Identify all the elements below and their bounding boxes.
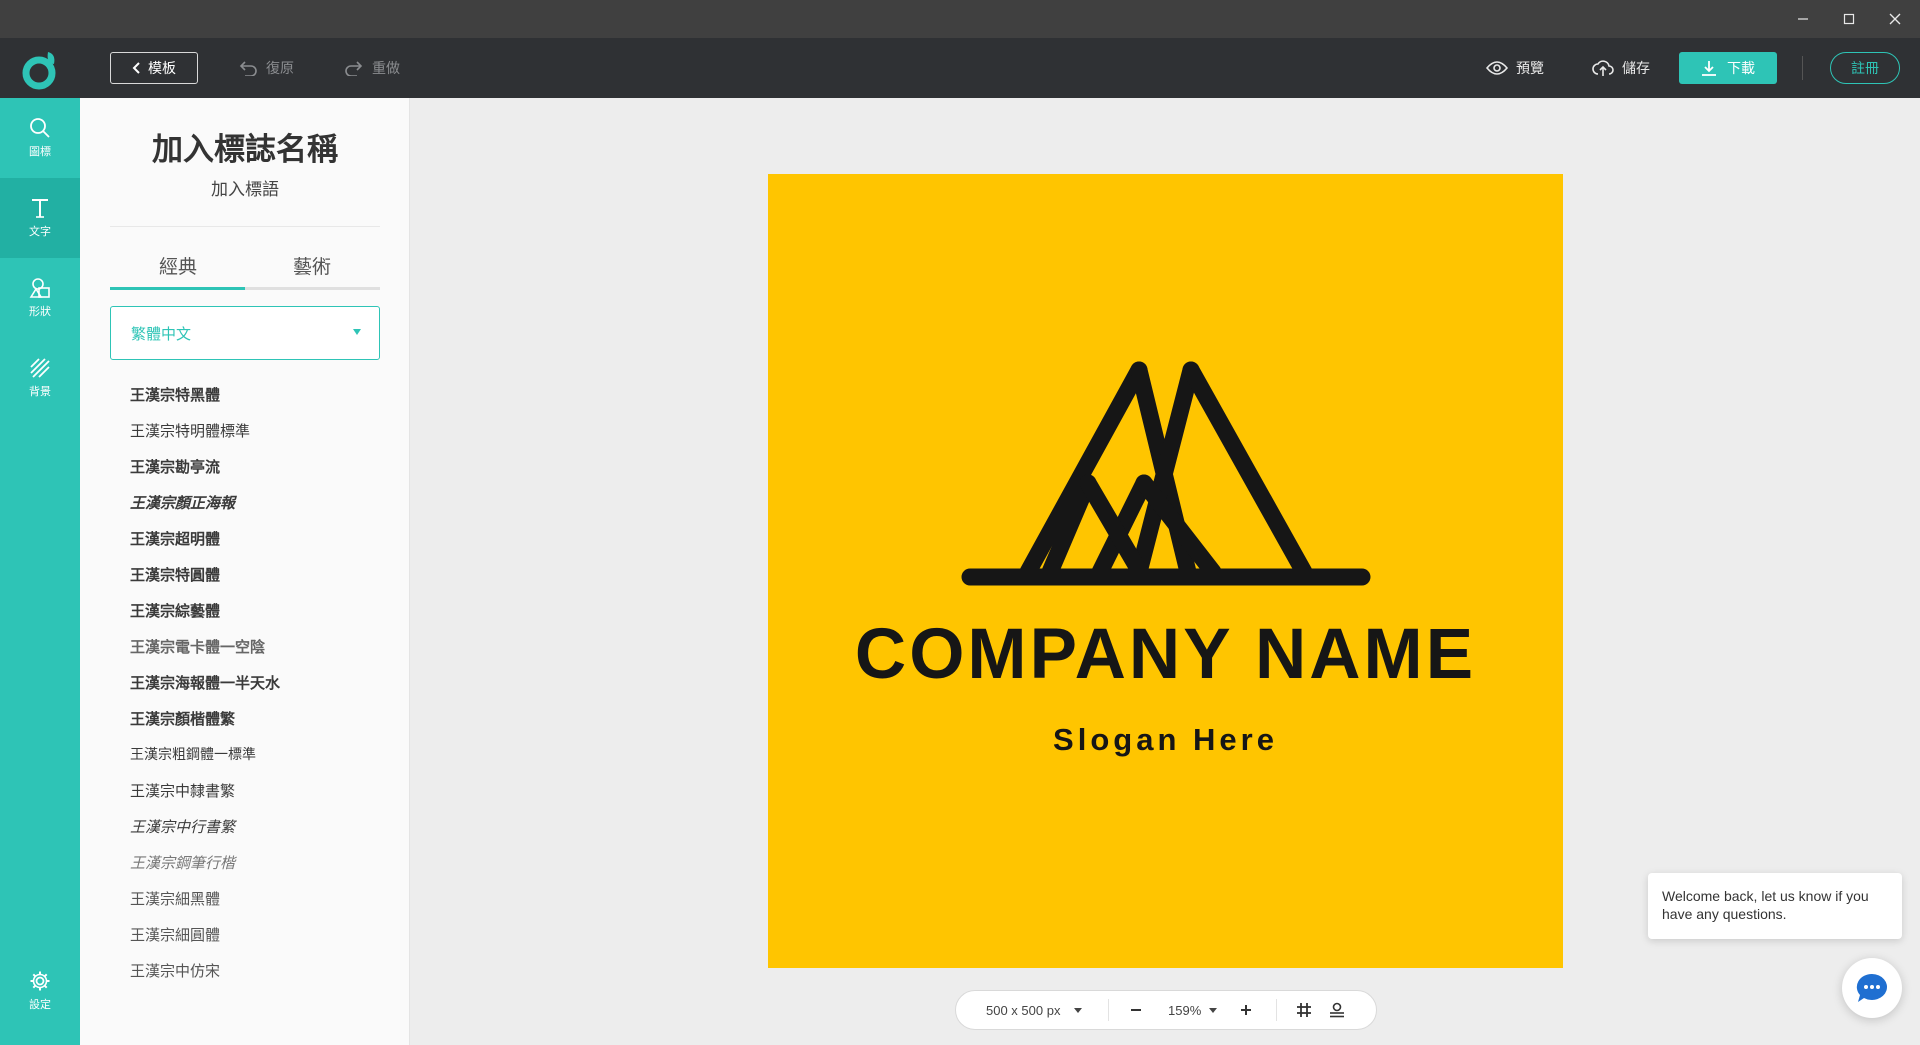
rail-item-icons[interactable]: 圖標	[0, 98, 80, 178]
redo-button[interactable]: 重做	[344, 52, 400, 84]
logo-slogan[interactable]: Slogan Here	[768, 722, 1563, 758]
tent-icon[interactable]	[768, 174, 1563, 968]
save-label: 儲存	[1622, 60, 1650, 76]
logo-canvas[interactable]: COMPANY NAME Slogan Here	[768, 174, 1563, 968]
toolbar-divider	[1108, 999, 1109, 1021]
search-icon	[30, 118, 50, 138]
preview-label: 預覽	[1516, 60, 1544, 76]
download-label: 下載	[1727, 60, 1755, 76]
caret-down-icon	[1209, 1007, 1218, 1013]
undo-icon	[239, 61, 257, 76]
close-window-button[interactable]	[1872, 0, 1918, 38]
grid-icon	[1297, 1003, 1311, 1017]
font-item[interactable]: 王漢宗勘亭流	[130, 450, 380, 486]
language-select[interactable]: 繁體中文	[110, 306, 380, 360]
minimize-icon	[1798, 18, 1808, 20]
logo-company-name[interactable]: COMPANY NAME	[768, 614, 1563, 695]
minus-icon	[1131, 1009, 1141, 1011]
font-item[interactable]: 王漢宗海報體一半天水	[130, 666, 380, 702]
rail-label: 背景	[29, 386, 51, 398]
signup-button[interactable]: 註冊	[1830, 52, 1900, 84]
rail-label: 圖標	[29, 146, 51, 158]
header-divider	[1802, 56, 1803, 80]
text-panel: 加入標誌名稱 加入標語 經典 藝術 繁體中文 王漢宗特黑體 王漢宗特明體標準 王…	[80, 98, 410, 1045]
font-item[interactable]: 王漢宗特圓體	[130, 558, 380, 594]
font-item[interactable]: 王漢宗鋼筆行楷	[130, 846, 380, 882]
caret-down-icon	[1074, 1007, 1083, 1013]
font-item[interactable]: 王漢宗中仿宋	[130, 954, 380, 990]
toolbar-divider	[1276, 999, 1277, 1021]
font-item[interactable]: 王漢宗綜藝體	[130, 594, 380, 630]
zoom-select[interactable]: 159%	[1168, 991, 1218, 1029]
font-item[interactable]: 王漢宗中行書繁	[130, 810, 380, 846]
rail-label: 形狀	[29, 306, 51, 318]
canvas-size-select[interactable]: 500 x 500 px	[986, 991, 1083, 1029]
template-button[interactable]: 模板	[110, 52, 198, 84]
align-bottom-button[interactable]	[1328, 991, 1346, 1029]
font-item[interactable]: 王漢宗電卡體一空陰	[130, 630, 380, 666]
chat-welcome-message: Welcome back, let us know if you have an…	[1648, 873, 1902, 939]
zoom-label: 159%	[1168, 1002, 1202, 1018]
font-item[interactable]: 王漢宗細圓體	[130, 918, 380, 954]
undo-button[interactable]: 復原	[238, 52, 294, 84]
font-item[interactable]: 王漢宗顏正海報	[130, 486, 380, 522]
tab-active-indicator	[110, 287, 245, 290]
font-item[interactable]: 王漢宗特明體標準	[130, 414, 380, 450]
shapes-icon	[29, 278, 50, 298]
zoom-out-button[interactable]	[1130, 991, 1142, 1029]
language-select-value: 繁體中文	[131, 325, 192, 343]
download-button[interactable]: 下載	[1679, 52, 1777, 84]
text-icon	[32, 199, 48, 218]
font-item[interactable]: 王漢宗中隸書繁	[130, 774, 380, 810]
font-list: 王漢宗特黑體 王漢宗特明體標準 王漢宗勘亭流 王漢宗顏正海報 王漢宗超明體 王漢…	[130, 378, 380, 990]
redo-icon	[345, 61, 363, 76]
template-button-label: 模板	[148, 60, 176, 76]
save-button[interactable]: 儲存	[1592, 52, 1650, 84]
panel-divider	[110, 226, 380, 227]
canvas-size-label: 500 x 500 px	[986, 1002, 1061, 1018]
font-item[interactable]: 王漢宗粗鋼體一標準	[130, 738, 380, 774]
cloud-upload-icon	[1592, 60, 1614, 76]
grid-toggle-button[interactable]	[1296, 991, 1312, 1029]
background-icon	[30, 358, 50, 378]
window-titlebar	[0, 0, 1920, 38]
signup-label: 註冊	[1851, 60, 1879, 76]
add-slogan[interactable]: 加入標語	[80, 175, 410, 200]
left-rail: 圖標 文字 形狀 背景 設定	[0, 98, 80, 1045]
chevron-left-icon	[132, 62, 140, 74]
preview-button[interactable]: 預覽	[1486, 52, 1544, 84]
tab-classic[interactable]: 經典	[111, 252, 245, 279]
eye-icon	[1486, 61, 1508, 75]
canvas-toolbar: 500 x 500 px 159%	[955, 990, 1377, 1030]
download-icon	[1702, 61, 1716, 76]
chat-icon	[1856, 973, 1887, 1002]
app-header: 模板 復原 重做 預覽 儲存 下載 註冊	[0, 38, 1920, 98]
close-icon	[1889, 13, 1901, 25]
gear-icon	[30, 971, 50, 991]
rail-item-settings[interactable]: 設定	[0, 951, 80, 1031]
zoom-in-button[interactable]	[1240, 991, 1252, 1029]
tab-artistic[interactable]: 藝術	[245, 252, 379, 279]
rail-label: 設定	[29, 999, 51, 1011]
font-item[interactable]: 王漢宗細黑體	[130, 882, 380, 918]
rail-label: 文字	[29, 226, 51, 238]
font-item[interactable]: 王漢宗顏楷體繁	[130, 702, 380, 738]
rail-item-shapes[interactable]: 形狀	[0, 258, 80, 338]
font-item[interactable]: 王漢宗超明體	[130, 522, 380, 558]
caret-down-icon	[353, 329, 361, 335]
maximize-icon	[1843, 13, 1855, 25]
maximize-button[interactable]	[1826, 0, 1872, 38]
rail-item-background[interactable]: 背景	[0, 338, 80, 418]
plus-icon	[1241, 1005, 1251, 1015]
minimize-button[interactable]	[1780, 0, 1826, 38]
redo-label: 重做	[372, 60, 400, 76]
chat-button[interactable]	[1842, 958, 1902, 1018]
rail-item-text[interactable]: 文字	[0, 178, 80, 258]
undo-label: 復原	[266, 60, 294, 76]
align-icon	[1330, 1002, 1344, 1018]
app-logo-icon[interactable]	[18, 48, 62, 92]
font-item[interactable]: 王漢宗特黑體	[130, 378, 380, 414]
add-logo-name[interactable]: 加入標誌名稱	[80, 124, 410, 169]
